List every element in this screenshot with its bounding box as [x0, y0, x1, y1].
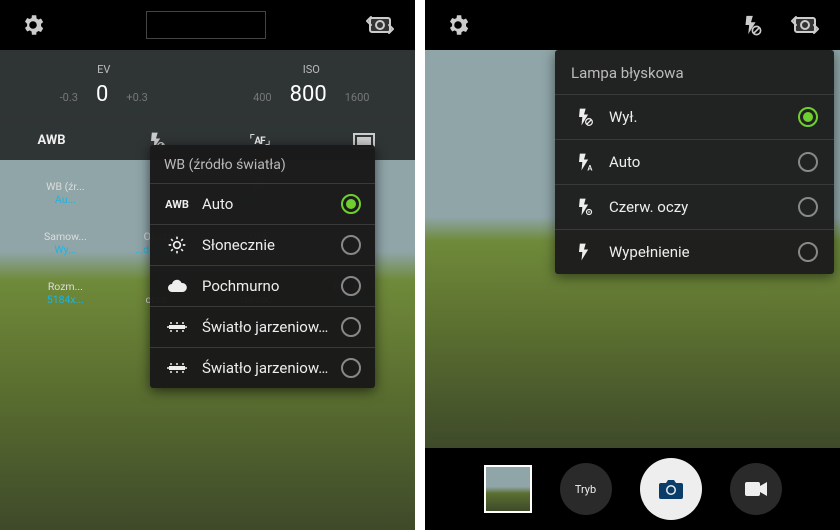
awb-icon: AWB: [164, 198, 190, 211]
video-button[interactable]: [730, 463, 782, 515]
ev-control[interactable]: EV -0.3 0 +0.3: [0, 50, 208, 120]
fluorescent-icon: [164, 320, 190, 334]
shutter-button[interactable]: [640, 458, 702, 520]
top-bar: [425, 0, 840, 50]
flash-option-auto[interactable]: A Auto: [555, 139, 834, 184]
wb-option-fluorescent-2[interactable]: Światło jarzeniow...: [150, 347, 375, 388]
grid-size[interactable]: Rozm...5184x...: [18, 280, 113, 306]
radio-icon: [341, 235, 361, 255]
flash-popup: Lampa błyskowa Wył. A Auto Czerw. oczy W…: [555, 50, 834, 274]
flash-option-redeye[interactable]: Czerw. oczy: [555, 184, 834, 229]
ev-plus: +0.3: [126, 91, 148, 104]
flash-option-off[interactable]: Wył.: [555, 94, 834, 139]
wb-popup: WB (źródło światła) AWB Auto Słonecznie …: [150, 145, 375, 388]
ev-iso-panel: EV -0.3 0 +0.3 ISO 400 800 1600: [0, 50, 415, 120]
flash-icon[interactable]: [740, 14, 762, 36]
sun-icon: [164, 235, 190, 255]
ev-value: 0: [96, 82, 108, 107]
iso-value: 800: [290, 82, 327, 107]
flash-popup-title: Lampa błyskowa: [555, 50, 834, 94]
flash-option-fill[interactable]: Wypełnienie: [555, 229, 834, 274]
settings-icon[interactable]: [445, 12, 471, 38]
flash-off-icon: [571, 107, 597, 127]
iso-label: ISO: [303, 63, 320, 76]
fluorescent-icon: [164, 361, 190, 375]
wb-option-cloudy[interactable]: Pochmurno: [150, 265, 375, 306]
quick-awb[interactable]: AWB: [0, 120, 103, 160]
iso-minus: 400: [253, 91, 272, 104]
wb-option-auto[interactable]: AWB Auto: [150, 183, 375, 224]
flash-redeye-icon: [571, 197, 597, 217]
flash-auto-icon: A: [571, 152, 597, 172]
wb-option-fluorescent-1[interactable]: Światło jarzeniow...: [150, 306, 375, 347]
grid-timer[interactable]: Samow...Wy...: [18, 230, 113, 256]
flash-on-icon: [571, 242, 597, 262]
phone-right: Lampa błyskowa Wył. A Auto Czerw. oczy W…: [425, 0, 840, 530]
radio-selected: [798, 107, 818, 127]
iso-plus: 1600: [345, 91, 370, 104]
ev-minus: -0.3: [60, 91, 78, 104]
phone-left: EV -0.3 0 +0.3 ISO 400 800 1600 AWB: [0, 0, 415, 530]
switch-camera-icon[interactable]: [790, 14, 820, 36]
gallery-thumbnail[interactable]: [484, 465, 532, 513]
wb-popup-title: WB (źródło światła): [150, 145, 375, 183]
svg-text:A: A: [587, 163, 593, 172]
wb-option-sunny[interactable]: Słonecznie: [150, 224, 375, 265]
cloud-icon: [164, 278, 190, 294]
radio-selected: [341, 194, 361, 214]
wb-option-label: Auto: [202, 195, 329, 213]
switch-camera-icon[interactable]: [365, 14, 395, 36]
bottom-bar: Tryb: [425, 448, 840, 530]
grid-wb[interactable]: WB (źr...Au...: [18, 180, 113, 206]
mode-button[interactable]: Tryb: [560, 463, 612, 515]
spacer: [146, 11, 266, 39]
iso-control[interactable]: ISO 400 800 1600: [208, 50, 416, 120]
ev-label: EV: [97, 63, 110, 76]
settings-icon[interactable]: [20, 12, 46, 38]
top-bar: [0, 0, 415, 50]
